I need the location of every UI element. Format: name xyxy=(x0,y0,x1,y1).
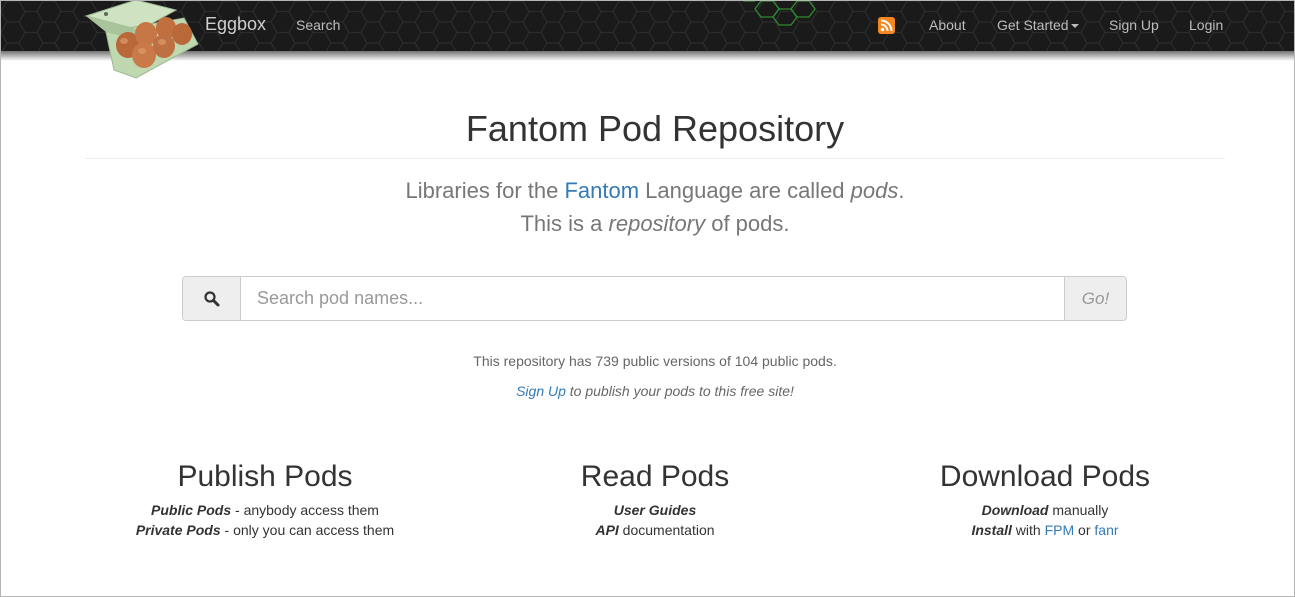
search-addon xyxy=(183,277,241,320)
lead1-suffix: . xyxy=(898,178,905,203)
download-desc: manually xyxy=(1048,502,1109,518)
nav-get-started-dropdown[interactable]: Get Started xyxy=(997,17,1079,33)
nav-search-link[interactable]: Search xyxy=(296,17,340,33)
lead2-prefix: This is a xyxy=(520,211,609,236)
install-with: with xyxy=(1011,522,1045,538)
fpm-link[interactable]: FPM xyxy=(1045,522,1075,538)
brand-link[interactable]: Eggbox xyxy=(205,14,266,35)
publish-line-2: Private Pods - only you can access them xyxy=(75,520,455,540)
publish-line-1: Public Pods - anybody access them xyxy=(75,500,455,520)
download-pods-column: Download Pods Download manually Install … xyxy=(855,460,1235,540)
publish-pods-column: Publish Pods Public Pods - anybody acces… xyxy=(75,460,455,540)
signup-rest: to publish your pods to this free site! xyxy=(565,383,794,399)
install-label: Install xyxy=(971,522,1012,538)
fanr-link[interactable]: fanr xyxy=(1094,522,1118,538)
egg-carton-logo-icon[interactable] xyxy=(80,0,204,82)
get-started-label: Get Started xyxy=(997,17,1069,33)
fantom-link[interactable]: Fantom xyxy=(564,178,639,203)
lead2-em: repository xyxy=(608,211,706,236)
download-label: Download xyxy=(981,502,1049,518)
user-guides-label: User Guides xyxy=(613,502,697,518)
api-label: API xyxy=(595,522,619,538)
go-button[interactable]: Go! xyxy=(1064,277,1126,320)
download-line-2: Install with FPM or fanr xyxy=(855,520,1235,540)
download-line-1: Download manually xyxy=(855,500,1235,520)
read-pods-heading: Read Pods xyxy=(580,460,730,493)
nav-about-link[interactable]: About xyxy=(929,17,966,33)
download-pods-heading: Download Pods xyxy=(939,460,1151,493)
read-line-2: API documentation xyxy=(465,520,845,540)
repository-stats: This repository has 739 public versions … xyxy=(473,353,837,369)
public-pods-desc: - anybody access them xyxy=(231,502,379,518)
signup-inline-link[interactable]: Sign Up xyxy=(516,383,566,399)
nav-login-link[interactable]: Login xyxy=(1189,17,1223,33)
nav-sign-up-link[interactable]: Sign Up xyxy=(1109,17,1159,33)
signup-line: Sign Up to publish your pods to this fre… xyxy=(85,383,1225,399)
private-pods-desc: - only you can access them xyxy=(220,522,395,538)
search-input[interactable] xyxy=(241,277,1064,320)
search-icon xyxy=(203,290,219,306)
publish-pods-heading: Publish Pods xyxy=(177,460,353,493)
lead-line-2: This is a repository of pods. xyxy=(85,211,1225,237)
public-pods-label: Public Pods xyxy=(151,502,232,518)
page-title: Fantom Pod Repository xyxy=(465,108,845,149)
lead1-middle: Language are called xyxy=(639,178,851,203)
lead2-suffix: of pods. xyxy=(705,211,790,236)
rss-icon[interactable] xyxy=(878,17,895,34)
private-pods-label: Private Pods xyxy=(135,522,221,538)
lead-line-1: Libraries for the Fantom Language are ca… xyxy=(85,178,1225,204)
caret-down-icon xyxy=(1070,24,1079,29)
read-line-1: User Guides xyxy=(465,500,845,520)
install-or: or xyxy=(1074,522,1095,538)
api-desc: documentation xyxy=(618,522,715,538)
search-group: Go! xyxy=(182,276,1127,321)
title-divider xyxy=(85,158,1225,159)
read-pods-column: Read Pods User Guides API documentation xyxy=(465,460,845,540)
lead1-em: pods xyxy=(850,178,899,203)
lead1-prefix: Libraries for the xyxy=(405,178,565,203)
